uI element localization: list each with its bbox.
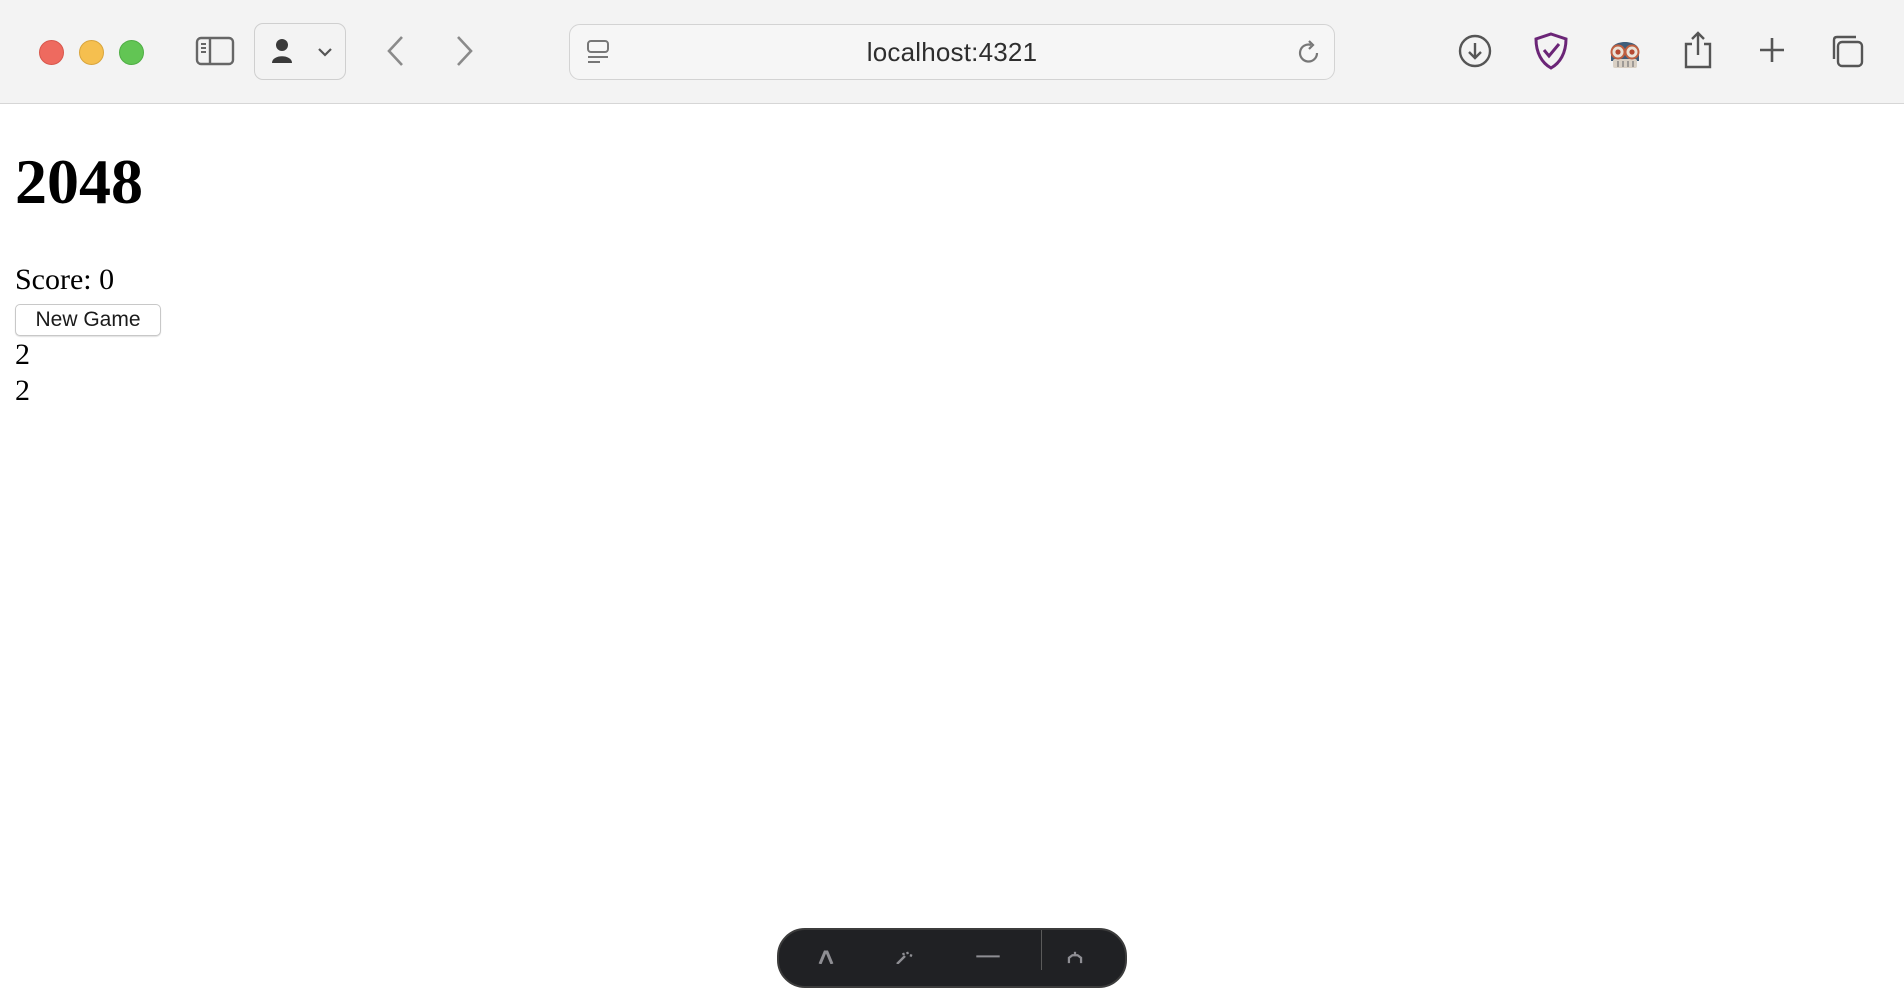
url-text[interactable]: localhost:4321 [570,25,1334,79]
dev-toolbar [777,928,1127,988]
profile-selector-button[interactable] [254,23,346,80]
score-display: Score: 0 [15,263,115,296]
forward-button[interactable] [450,32,480,70]
plus-icon[interactable] [1756,34,1788,66]
window-zoom-button[interactable] [119,40,144,65]
download-icon[interactable] [1457,33,1493,69]
sidebar-toggle-icon[interactable] [194,33,236,69]
tile-value: 2 [15,374,30,407]
window-minimize-button[interactable] [79,40,104,65]
dev-toolbar-separator [1041,930,1042,970]
share-icon[interactable] [1681,30,1715,70]
shield-check-icon[interactable] [1532,31,1570,71]
reload-icon[interactable] [1294,38,1324,68]
chevron-left-icon [384,34,406,68]
person-icon [269,35,295,67]
back-button[interactable] [380,32,410,70]
chevron-right-icon [454,34,476,68]
window-close-button[interactable] [39,40,64,65]
goggles-avatar-icon[interactable] [1606,31,1644,71]
browser-toolbar: localhost:4321 [0,0,1904,104]
page-title: 2048 [15,146,143,217]
chevron-down-icon [315,42,335,62]
page-content: 2048 Score: 0 New Game 2 2 [0,105,1904,962]
tile-value: 2 [15,338,30,371]
address-bar[interactable]: localhost:4321 [569,24,1335,80]
new-game-button[interactable]: New Game [15,304,161,336]
tabs-overview-icon[interactable] [1829,33,1865,69]
